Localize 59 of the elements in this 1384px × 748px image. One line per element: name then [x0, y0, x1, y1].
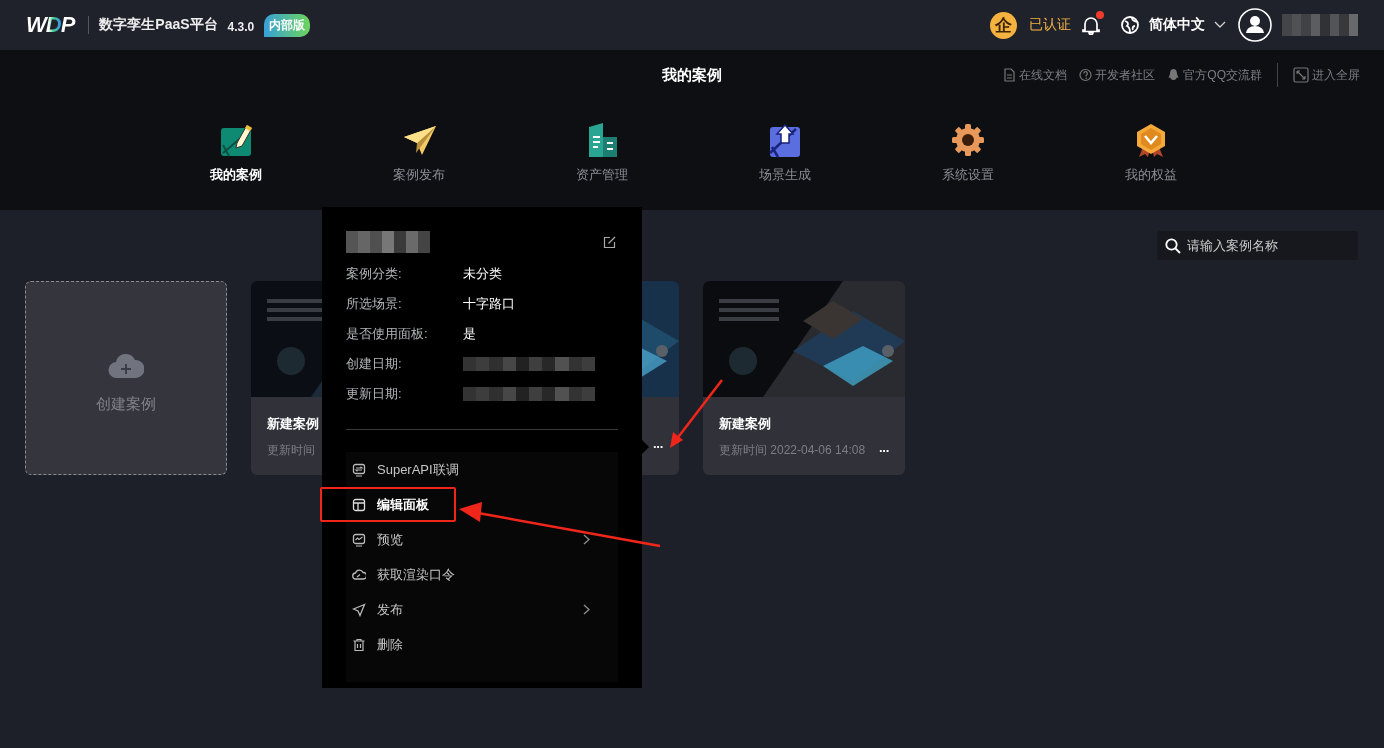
case-card[interactable]: 新建案例 更新时间 2022-04-06 14:08 ··· [703, 281, 905, 475]
pencil-icon [218, 123, 253, 158]
bell-icon [1081, 15, 1101, 35]
menu-item[interactable]: 获取渲染口令 [320, 557, 618, 592]
monitor-arrows-icon [352, 462, 366, 477]
menu-item[interactable]: SuperAPI联调 [320, 452, 618, 487]
search-icon [1165, 238, 1181, 254]
cloud-plus-icon [108, 352, 144, 380]
edition-badge: 内部版 [264, 13, 311, 37]
nav-tab[interactable]: 场景生成 [693, 123, 876, 184]
monitor-chart-icon [352, 532, 366, 547]
menu-item[interactable]: 预览 [320, 522, 618, 557]
certified-label: 已认证 [1029, 16, 1071, 34]
more-button[interactable]: ··· [879, 443, 889, 458]
menu-item[interactable]: 编辑面板 [320, 487, 456, 522]
nav-tab[interactable]: 资产管理 [510, 123, 693, 184]
field-value: 未分类 [463, 265, 502, 283]
nav-tab[interactable]: 我的权益 [1059, 123, 1242, 184]
fullscreen-link[interactable]: 进入全屏 [1293, 66, 1360, 84]
trash-icon [352, 637, 366, 652]
language-selector[interactable]: 简体中文 [1120, 15, 1226, 35]
nav-tab[interactable]: 案例发布 [327, 123, 510, 184]
field-label: 所选场景: [346, 295, 403, 313]
menu-item[interactable]: 发布 [320, 592, 618, 627]
more-button[interactable]: ··· [653, 439, 663, 454]
fullscreen-icon [1293, 67, 1309, 83]
layout-icon [352, 497, 366, 512]
update-time: 更新时间 2022-04-06 14:08 [719, 442, 866, 459]
field-label: 案例分类: [346, 265, 403, 283]
nav-tab[interactable]: 我的案例 [144, 123, 327, 184]
globe-icon [1120, 15, 1140, 35]
document-icon [1003, 68, 1017, 82]
header-link[interactable]: 开发者社区 [1079, 66, 1156, 84]
upload-frame-icon [767, 123, 802, 158]
header-link[interactable]: 官方QQ交流群 [1167, 66, 1262, 84]
case-title: 新建案例 [267, 415, 320, 433]
help-icon [1079, 68, 1093, 82]
certified-icon: 企 [990, 11, 1017, 39]
menu-item[interactable]: 删除 [320, 627, 618, 662]
nav-tab[interactable]: 系统设置 [876, 123, 1059, 184]
update-time: 更新时间 [267, 442, 315, 459]
field-label: 更新日期: [346, 385, 403, 403]
chevron-down-icon [1214, 21, 1226, 29]
version-label: 4.3.0 [227, 20, 255, 34]
penguin-icon [1167, 68, 1181, 82]
product-name: 数字孪生PaaS平台 [99, 16, 218, 34]
field-label: 创建日期: [346, 355, 403, 373]
search-field[interactable]: 请输入案例名称 [1157, 231, 1358, 260]
edit-icon[interactable] [603, 235, 616, 249]
field-value: 十字路口 [463, 295, 515, 313]
case-title: 新建案例 [719, 415, 772, 433]
page-title: 我的案例 [662, 65, 722, 85]
avatar-icon[interactable] [1238, 8, 1272, 42]
field-label: 是否使用面板: [346, 325, 429, 343]
header-link[interactable]: 在线文档 [1003, 66, 1068, 84]
send-icon [352, 602, 366, 617]
field-value: 是 [463, 325, 476, 343]
cloud-gauge-icon [352, 567, 366, 582]
gear-icon [950, 123, 985, 158]
